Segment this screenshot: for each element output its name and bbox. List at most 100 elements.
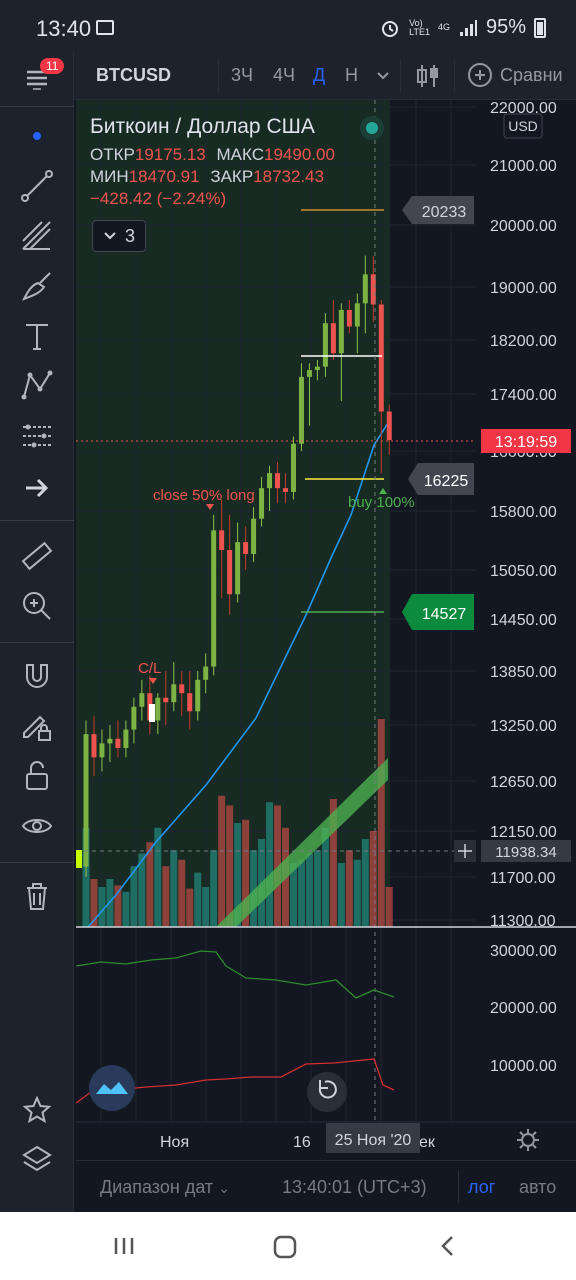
favorites-tool[interactable] <box>0 1088 74 1132</box>
time-tick-16: 16 <box>293 1134 311 1151</box>
cursor-tool[interactable] <box>0 114 74 158</box>
text-tool[interactable] <box>0 314 74 358</box>
top-toolbar: BTCUSD 3Ч 4Ч Д Н Сравни <box>0 52 576 100</box>
market-status-dot[interactable] <box>360 116 384 140</box>
candle-body <box>267 473 273 489</box>
candle-body <box>275 473 281 489</box>
marker-16225: 16225 <box>424 473 469 490</box>
date-range-label: Диапазон дат <box>100 1177 214 1197</box>
volume-bar <box>146 842 154 927</box>
low-value: 18470.91 <box>128 167 200 186</box>
chevron-down-icon[interactable] <box>375 69 391 83</box>
open-label: ОТКР <box>90 145 135 164</box>
object-tree-tool[interactable] <box>0 1138 74 1182</box>
toolbar-divider <box>454 60 455 92</box>
marker-14527: 14527 <box>422 606 467 623</box>
magnet-icon <box>26 664 48 688</box>
android-nav-bar <box>0 1212 576 1280</box>
indicator1-tick-20000: 20000.00 <box>490 1000 557 1017</box>
candle-body <box>283 488 288 492</box>
brush-tool[interactable] <box>0 264 74 308</box>
volume-bar <box>313 850 321 927</box>
recent-apps-icon[interactable] <box>112 1234 136 1258</box>
candle-body <box>115 738 121 749</box>
volume-bar <box>202 887 210 927</box>
timeframe-day[interactable]: Д <box>313 65 325 86</box>
volume-bar <box>345 850 353 927</box>
crosshair-date: 25 Ноя '20 <box>335 1132 412 1149</box>
fib-icon <box>22 221 51 250</box>
compare-label: Сравни <box>500 64 563 85</box>
log-scale-button[interactable]: лог <box>468 1177 495 1198</box>
legend: Биткоин / Доллар США ОТКР19175.13 МАКС19… <box>90 116 390 210</box>
timeframe-week[interactable]: Н <box>345 65 358 86</box>
lock-drawing-icon <box>23 715 51 741</box>
prediction-tool[interactable] <box>0 414 74 458</box>
auto-scale-button[interactable]: авто <box>519 1177 556 1198</box>
candle-body <box>107 738 113 744</box>
annotation-buy: buy 100% <box>348 494 415 511</box>
currency-label: USD <box>508 118 538 134</box>
unlock-tool[interactable] <box>0 754 74 798</box>
trend-line-icon <box>21 170 53 202</box>
timeframe-4h[interactable]: 4Ч <box>273 65 295 86</box>
magnet-tool[interactable] <box>0 654 74 698</box>
delete-tool[interactable] <box>0 874 74 918</box>
trend-line-tool[interactable] <box>0 164 74 208</box>
indicators-count: 3 <box>124 225 135 246</box>
change-value: −428.42 (−2.24%) <box>90 189 227 208</box>
candle-body <box>354 303 360 327</box>
open-value: 19175.13 <box>134 145 206 164</box>
candle-body <box>227 550 233 595</box>
alarm-icon <box>382 20 399 37</box>
price-tick: 13250.00 <box>490 718 557 735</box>
fib-tool[interactable] <box>0 214 74 258</box>
sidebar-divider <box>0 106 74 107</box>
arrow-icon <box>26 478 49 498</box>
back-icon[interactable] <box>436 1234 460 1258</box>
indicators-toggle[interactable]: 3 <box>92 220 146 252</box>
zoom-tool[interactable] <box>0 584 74 628</box>
selected-candle <box>149 704 155 722</box>
measure-tool[interactable] <box>0 534 74 578</box>
date-range-button[interactable]: Диапазон дат ⌄ <box>100 1177 230 1198</box>
candle-body <box>306 370 312 377</box>
home-icon[interactable] <box>272 1234 298 1260</box>
status-bar: 13:40 Vo) LTE1 4G 95% <box>0 0 576 52</box>
collapse-tools[interactable] <box>0 466 74 510</box>
drawing-toolbar: 11 <box>0 52 74 1212</box>
pattern-tool[interactable] <box>0 364 74 408</box>
menu-button[interactable]: 11 <box>0 56 74 100</box>
volume-bar <box>266 802 274 927</box>
volume-bar <box>122 891 130 927</box>
zoom-in-icon <box>23 592 51 620</box>
candle-body <box>99 743 105 758</box>
timeframe-3h[interactable]: 3Ч <box>231 65 253 86</box>
candle-body <box>314 366 320 371</box>
brush-icon <box>21 272 51 301</box>
lock-drawings-tool[interactable] <box>0 704 74 748</box>
reset-button[interactable] <box>307 1072 347 1112</box>
candle-body <box>211 530 217 667</box>
candle-body <box>219 530 225 551</box>
legend-title: Биткоин / Доллар США <box>90 115 315 138</box>
compare-button[interactable]: Сравни <box>468 63 563 87</box>
sidebar-divider <box>0 520 74 521</box>
candle-body <box>163 697 169 703</box>
chevron-down-icon: ⌄ <box>218 1180 230 1196</box>
legend-row-1: ОТКР19175.13 МАКС19490.00 <box>90 144 390 166</box>
volume-bar <box>98 887 106 927</box>
volume-bar <box>385 887 393 927</box>
candle-body <box>171 684 177 703</box>
candle-body <box>362 274 368 304</box>
candles-icon[interactable] <box>414 62 442 90</box>
templates-button[interactable] <box>89 1065 135 1111</box>
symbol-button[interactable]: BTCUSD <box>96 65 171 86</box>
clock-label[interactable]: 13:40:01 (UTC+3) <box>282 1177 427 1198</box>
volume-bar <box>377 719 385 927</box>
volume-bar <box>194 872 202 927</box>
bottom-divider <box>458 1171 459 1203</box>
plus-circle-icon <box>468 63 492 87</box>
price-chart[interactable]: close 50% long C/L buy 100% 22000.002100… <box>76 100 576 1160</box>
visibility-tool[interactable] <box>0 804 74 848</box>
